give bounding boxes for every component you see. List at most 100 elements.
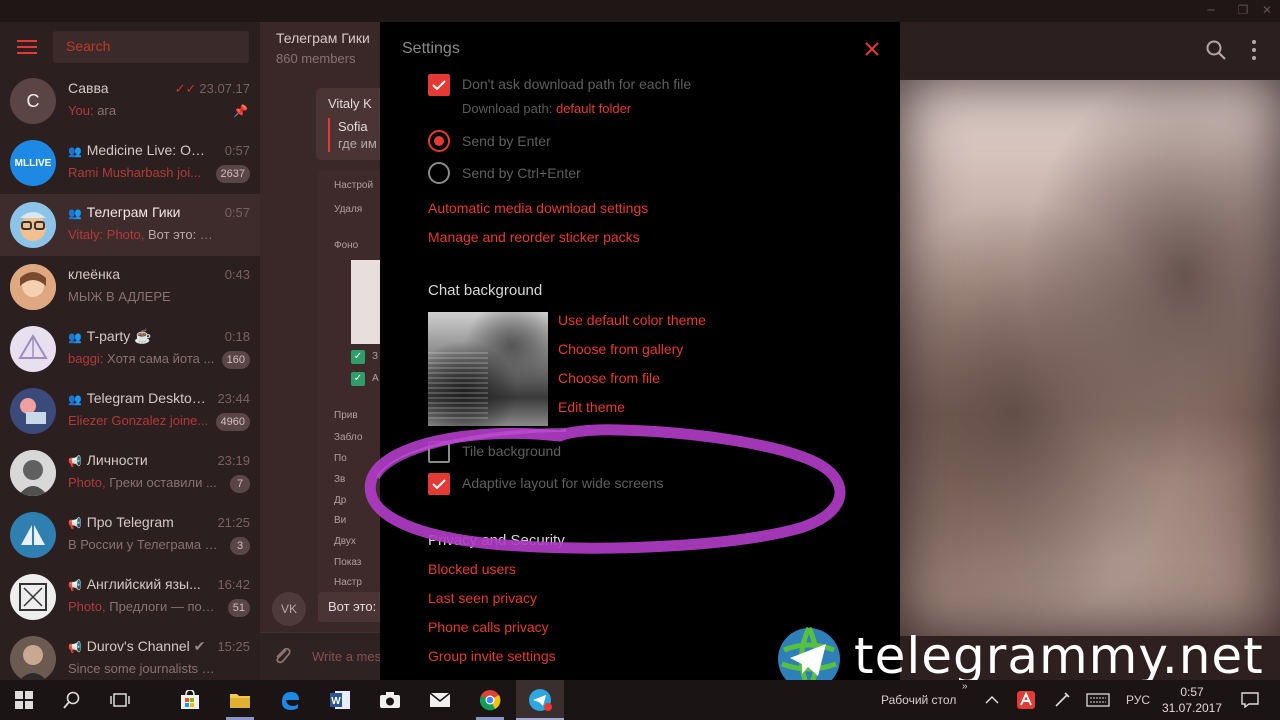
chat-preview: МЫЖ В АДЛЕРЕ xyxy=(68,289,171,304)
chat-item-kleyonka[interactable]: клеёнка 0:43 МЫЖ В АДЛЕРЕ xyxy=(0,256,260,318)
screenshot-check-icon: ✓ xyxy=(351,372,365,386)
screenshot-text: Др xyxy=(334,495,347,506)
right-toolbar xyxy=(900,22,1280,78)
chat-item-durov-channel[interactable]: 📢 Durov's Channel ✔ 15:25 Since some jour… xyxy=(0,628,260,680)
adaptive-layout-checkbox[interactable] xyxy=(428,473,450,495)
last-seen-link[interactable]: Last seen privacy xyxy=(428,590,537,606)
avatar xyxy=(10,574,56,620)
window-titlebar: ─ ❐ ✕ xyxy=(0,0,1280,22)
chrome-icon[interactable] xyxy=(476,687,504,713)
avatar[interactable]: VK xyxy=(272,592,306,626)
file-explorer-icon[interactable] xyxy=(226,687,254,713)
message-screenshot[interactable]: Настрой Удаля Фоно ✓ З ✓ А Прив Забло По… xyxy=(318,170,388,600)
group-invite-link[interactable]: Group invite settings xyxy=(428,648,556,664)
tray-chevron-icon[interactable] xyxy=(978,687,1006,713)
download-path-label: Don't ask download path for each file xyxy=(462,76,692,92)
reply-quote[interactable]: Sofia где им xyxy=(328,118,377,152)
chat-time: 0:57 xyxy=(224,143,250,158)
chat-item-telegram-geeks[interactable]: 👥 Телеграм Гики 0:57 Vitaly: Photo, Вот э… xyxy=(0,194,260,256)
blocked-users-link[interactable]: Blocked users xyxy=(428,561,516,577)
keyboard-icon[interactable] xyxy=(1084,687,1112,713)
channel-icon: 📢 xyxy=(68,580,82,592)
close-icon[interactable] xyxy=(862,39,882,59)
camera-icon[interactable] xyxy=(376,687,404,713)
telegram-taskbar-button[interactable] xyxy=(516,680,564,720)
notifications-icon[interactable] xyxy=(1236,687,1264,713)
chat-preview: baggi: Хотя сама йота ... xyxy=(68,351,215,366)
pen-icon[interactable] xyxy=(1048,687,1076,713)
word-icon[interactable]: W xyxy=(326,687,354,713)
chat-item-medicine-live[interactable]: MLLIVE 👥Medicine Live: Общ... 0:57 Rami … xyxy=(0,132,260,194)
clock-time: 0:57 xyxy=(1180,685,1204,699)
svg-text:W: W xyxy=(331,696,341,707)
edge-browser-icon[interactable] xyxy=(276,687,304,713)
pin-icon: 📌 xyxy=(233,104,248,118)
channel-icon: 📢 xyxy=(68,642,82,654)
search-icon[interactable] xyxy=(1204,38,1228,62)
mail-icon[interactable] xyxy=(426,687,454,713)
edit-theme-link[interactable]: Edit theme xyxy=(558,399,625,415)
verified-icon: ✔ xyxy=(193,638,206,654)
chat-item-telegram-desktop[interactable]: 👥 Telegram Desktop... 23:44 Eliezer Gonza… xyxy=(0,380,260,442)
chat-item-english[interactable]: 📢 Английский язы... 16:42 Photo, Предлоги… xyxy=(0,566,260,628)
chat-name: клеёнка xyxy=(68,266,120,282)
media-download-link[interactable]: Automatic media download settings xyxy=(428,200,648,216)
language-indicator[interactable]: РУС xyxy=(1126,693,1150,707)
clock-date: 31.07.2017 xyxy=(1161,701,1223,715)
choose-gallery-link[interactable]: Choose from gallery xyxy=(558,341,683,357)
screenshot-check-icon: ✓ xyxy=(351,350,365,364)
chat-name: 📢 Про Telegram xyxy=(68,514,174,530)
antivirus-icon[interactable] xyxy=(1012,687,1040,713)
send-by-enter-radio[interactable] xyxy=(428,130,450,152)
attach-icon[interactable] xyxy=(272,645,294,667)
tile-background-label: Tile background xyxy=(462,443,562,459)
more-options-icon[interactable] xyxy=(1248,38,1260,62)
chat-item-t-party[interactable]: 👥 T-party ☕ 0:18 baggi: Хотя сама йота ..… xyxy=(0,318,260,380)
send-by-ctrl-enter-radio[interactable] xyxy=(428,162,450,184)
quote-text: где им xyxy=(338,136,377,151)
tile-background-checkbox[interactable] xyxy=(428,441,450,463)
chat-list-sidebar: Search С Савва ✓✓ 23.07.17 You: ага 📌 MLL… xyxy=(0,22,260,680)
store-icon[interactable] xyxy=(176,687,204,713)
chat-title[interactable]: Телеграм Гики xyxy=(276,30,370,46)
chat-preview: В России у Телеграма н... xyxy=(68,537,218,552)
send-by-ctrl-enter-label: Send by Ctrl+Enter xyxy=(462,165,581,181)
toolbar-expand-icon[interactable]: » xyxy=(962,681,968,692)
choose-file-link[interactable]: Choose from file xyxy=(558,370,660,386)
default-theme-link[interactable]: Use default color theme xyxy=(558,312,706,328)
watermark-text: telegrammy.net xyxy=(854,627,1264,685)
chat-item-pro-telegram[interactable]: 📢 Про Telegram 21:25 В России у Телеграма… xyxy=(0,504,260,566)
chat-time: ✓✓ 23.07.17 xyxy=(174,81,250,96)
screenshot-text: Прив xyxy=(334,410,358,421)
task-view-icon[interactable] xyxy=(106,687,134,713)
sticker-packs-link[interactable]: Manage and reorder sticker packs xyxy=(428,229,640,245)
download-path-checkbox[interactable] xyxy=(428,74,450,96)
member-count: 860 members xyxy=(276,51,356,66)
search-icon[interactable] xyxy=(58,687,86,713)
channel-icon: 📢 xyxy=(68,518,82,530)
message-text[interactable]: Вот это: А xyxy=(318,592,388,622)
screenshot-text: По xyxy=(334,453,347,464)
close-window-icon[interactable]: ✕ xyxy=(1252,3,1280,19)
avatar xyxy=(10,636,56,680)
search-input[interactable]: Search xyxy=(53,31,249,63)
message-author[interactable]: Vitaly K xyxy=(328,96,372,111)
windows-taskbar: W Рабочий стол » РУС 0:57 31.07.2017 xyxy=(0,680,1280,720)
minimize-icon[interactable]: ─ xyxy=(1196,3,1226,19)
menu-icon[interactable] xyxy=(17,40,37,54)
system-clock[interactable]: 0:57 31.07.2017 xyxy=(1158,684,1226,716)
chat-item-savva[interactable]: С Савва ✓✓ 23.07.17 You: ага 📌 xyxy=(0,70,260,132)
chat-item-lichnosti[interactable]: 📢 Личности 23:19 Photo, Греки оставили ..… xyxy=(0,442,260,504)
chat-background-photo xyxy=(900,80,1280,636)
chat-time: 0:43 xyxy=(224,267,250,282)
quote-author: Sofia xyxy=(338,119,368,134)
desktop-toolbar-label[interactable]: Рабочий стол xyxy=(881,693,956,707)
avatar: MLLIVE xyxy=(10,140,56,186)
send-by-enter-label: Send by Enter xyxy=(462,133,551,149)
screenshot-text: Настрой xyxy=(334,180,374,191)
phone-calls-link[interactable]: Phone calls privacy xyxy=(428,619,549,635)
chat-preview: Vitaly: Photo, Вот это: Альте... xyxy=(68,227,218,242)
default-folder-link[interactable]: default folder xyxy=(556,101,631,116)
telegram-window: ─ ❐ ✕ Search С Савва ✓✓ 23.07.17 You: ага… xyxy=(0,0,1280,680)
windows-start-icon[interactable] xyxy=(10,687,38,713)
